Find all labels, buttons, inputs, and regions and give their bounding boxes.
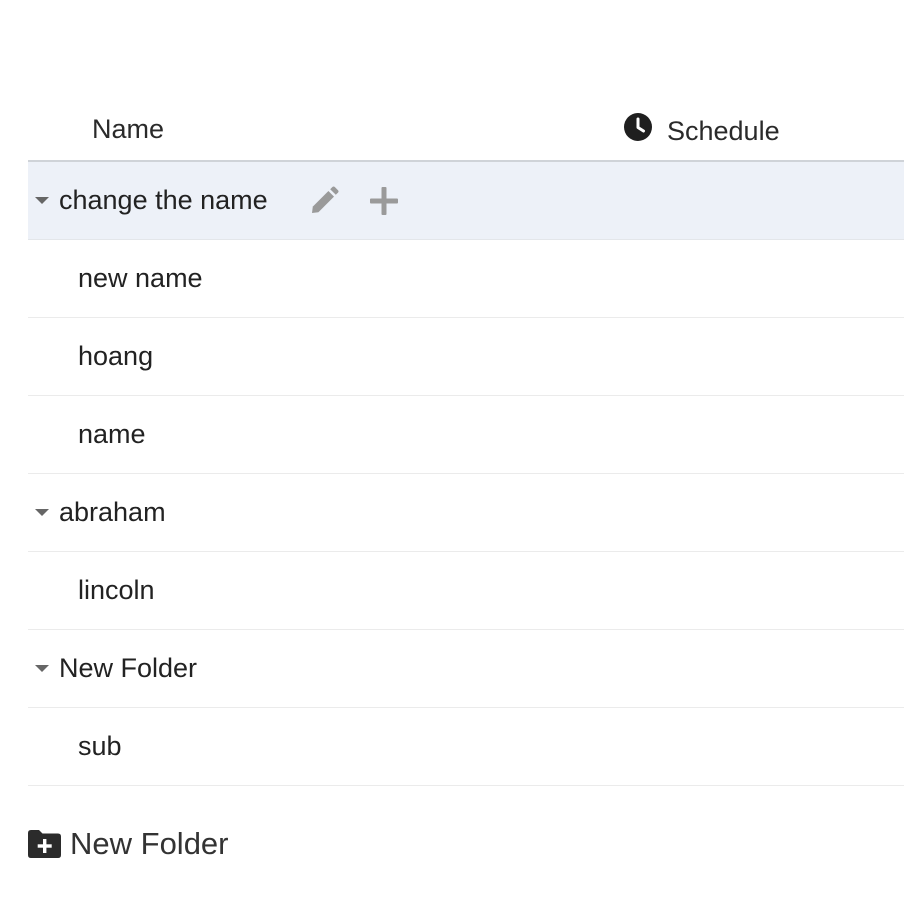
caret-down-icon[interactable] [35,662,49,676]
new-folder-button[interactable]: New Folder [28,826,229,862]
item-name: lincoln [78,575,155,605]
pencil-icon[interactable] [306,183,342,219]
folder-row[interactable]: New Folder [28,630,904,708]
item-name: hoang [78,341,154,371]
list-item[interactable]: hoang [28,318,904,396]
list-item[interactable]: lincoln [28,552,904,630]
folder-name: change the name [59,185,268,215]
folder-name: abraham [59,497,166,527]
plus-icon[interactable] [366,183,402,219]
schedule-column-header[interactable]: Schedule [624,110,780,147]
schedule-column-label: Schedule [667,116,780,146]
folder-plus-icon [28,830,61,858]
caret-down-icon[interactable] [35,194,49,208]
caret-down-icon[interactable] [35,506,49,520]
list-item[interactable]: sub [28,708,904,786]
item-name: sub [78,731,122,761]
list-item[interactable]: name [28,396,904,474]
list-item[interactable]: new name [28,240,904,318]
clock-icon [624,112,652,141]
folder-name: New Folder [59,653,198,683]
row-actions [306,183,426,219]
folder-row[interactable]: abraham [28,474,904,552]
item-name: new name [78,263,203,293]
item-name: name [78,419,146,449]
name-column-header[interactable]: Name [92,114,164,145]
table-header: Name Schedule [28,98,904,162]
folder-table: Name Schedule change the name new name h… [28,98,904,786]
folder-row[interactable]: change the name [28,162,904,240]
new-folder-label: New Folder [70,826,229,861]
